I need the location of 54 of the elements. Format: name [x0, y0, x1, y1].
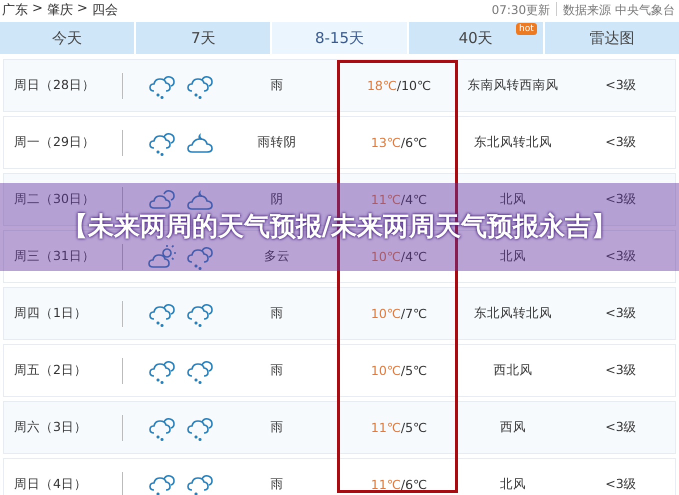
- breadcrumb-item[interactable]: >: [76, 1, 88, 19]
- breadcrumb-item[interactable]: 肇庆: [46, 1, 73, 19]
- temperature-text: 11℃/5℃: [370, 420, 428, 435]
- wind-level: <3级: [604, 476, 638, 493]
- tab[interactable]: 40天 hot: [408, 22, 543, 54]
- date-text: 周二（30日）: [13, 191, 96, 208]
- sun-cloud-icon: [147, 242, 177, 270]
- temperature-text: 10℃/7℃: [370, 306, 428, 321]
- wind-level: <3级: [604, 77, 638, 94]
- weather-text: 雨转阴: [256, 134, 298, 151]
- breadcrumb-item[interactable]: >: [32, 1, 43, 19]
- weather-text: 多云: [263, 248, 291, 265]
- weather-text: 雨: [270, 476, 284, 493]
- wind-level: <3级: [604, 419, 638, 436]
- date-text: 周日（28日）: [13, 77, 96, 94]
- wind-direction: 东南风转西南风: [466, 77, 560, 94]
- temperature-text: 11℃/6℃: [370, 477, 428, 492]
- hot-badge: hot: [516, 23, 537, 35]
- tab[interactable]: 8-15天: [272, 22, 407, 54]
- temperature-text: 11℃/4℃: [370, 192, 428, 207]
- wind-direction: 北风: [499, 191, 527, 208]
- wind-level: <3级: [604, 191, 638, 208]
- data-source: 数据来源 中央气象台: [563, 2, 675, 18]
- wind-level: <3级: [604, 248, 638, 265]
- wind-direction: 西北风: [492, 362, 534, 379]
- weather-text: 雨: [270, 419, 284, 436]
- date-text: 周一（29日）: [13, 134, 96, 151]
- date-text: 周日（4日）: [13, 476, 88, 493]
- wind-direction: 北风: [499, 476, 527, 493]
- temperature-text: 10℃/4℃: [370, 249, 428, 264]
- temperature-text: 10℃/5℃: [370, 363, 428, 378]
- weather-text: 雨: [270, 77, 284, 94]
- wind-level: <3级: [604, 134, 638, 151]
- weather-text: 阴: [270, 191, 284, 208]
- weather-text: 雨: [270, 305, 284, 322]
- date-text: 周四（1日）: [13, 305, 88, 322]
- date-text: 周六（3日）: [13, 419, 88, 436]
- breadcrumb-item[interactable]: 广东: [2, 1, 28, 19]
- wind-direction: 东北风转北风: [473, 305, 553, 322]
- date-text: 周三（31日）: [13, 248, 96, 265]
- tab[interactable]: 7天: [136, 22, 270, 54]
- wind-direction: 东北风转北风: [473, 134, 553, 151]
- weather-text: 雨: [270, 362, 284, 379]
- wind-level: <3级: [604, 362, 638, 379]
- update-time: 07:30更新: [492, 2, 550, 18]
- temperature-text: 13℃/6℃: [370, 135, 428, 150]
- wind-direction: 北风: [499, 248, 527, 265]
- date-text: 周五（2日）: [13, 362, 88, 379]
- breadcrumb-item[interactable]: 四会: [92, 1, 118, 19]
- temperature-text: 18℃/10℃: [366, 78, 432, 93]
- wind-level: <3级: [604, 305, 638, 322]
- tab[interactable]: 雷达图: [544, 22, 679, 54]
- tab[interactable]: 今天: [0, 22, 134, 54]
- wind-direction: 西风: [499, 419, 527, 436]
